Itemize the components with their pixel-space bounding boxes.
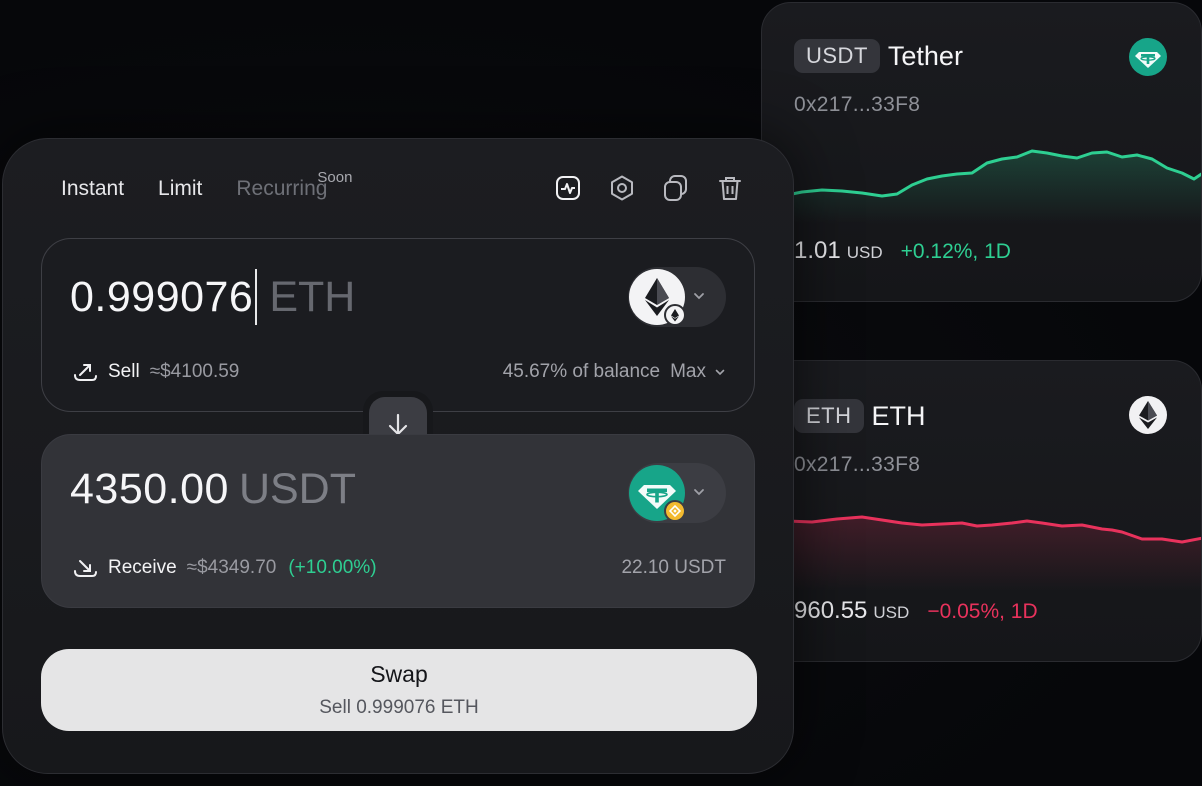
token-card-header: ETH ETH [794,399,926,433]
receive-arrow-icon [74,560,97,577]
sell-amount-value[interactable]: 0.999076 [70,273,253,322]
receive-token-selector[interactable] [628,463,726,523]
swap-panel: Instant Limit Recurring Soon 0.999076 ET… [2,138,794,774]
token-price: 960.55 [794,597,868,624]
sell-usd-value: ≈$4100.59 [149,361,240,382]
token-price: 1.01 [794,237,841,264]
sell-arrow-icon [74,364,97,381]
sell-token-selector[interactable] [628,267,726,327]
token-price-row: 1.01 USD +0.12%, 1D [794,237,1011,265]
sell-balance-info: 45.67% of balance Max [503,361,726,383]
token-address[interactable]: 0x217...33F8 [794,93,920,117]
max-label: Max [670,361,706,382]
trash-icon[interactable] [715,173,745,203]
eth-icon [1129,396,1167,434]
tab-recurring: Recurring Soon [236,169,352,201]
soon-badge: Soon [317,169,353,186]
order-type-tabs: Instant Limit Recurring Soon [61,169,352,201]
settings-icon[interactable] [607,173,637,203]
max-button[interactable]: Max [670,361,726,383]
token-address[interactable]: 0x217...33F8 [794,453,920,477]
chart-icon[interactable] [553,173,583,203]
balance-percentage: 45.67% of balance [502,361,661,382]
receive-usd-value: ≈$4349.70 [186,557,277,578]
token-ticker-badge: USDT [794,39,880,73]
token-name: Tether [887,40,963,71]
receive-meta: Receive ≈$4349.70 (+10.00%) [72,557,377,579]
ethereum-network-icon [664,304,686,326]
token-price-change: +0.12%, 1D [900,240,1011,263]
sell-amount-field[interactable]: 0.999076 ETH [70,269,355,325]
price-sparkline-usdt [762,149,1201,223]
receive-balance: 22.10 USDT [621,557,726,579]
swap-button-label: Swap [370,661,428,687]
receive-amount-symbol: USDT [238,465,356,513]
receive-amount-value: 4350.00 [70,465,229,513]
token-ticker-badge: ETH [794,399,864,433]
token-card-usdt[interactable]: USDT Tether 0x217...33F8 1.01 USD +0.12%… [761,2,1202,302]
sell-label: Sell [108,361,140,382]
receive-change: (+10.00%) [288,557,377,578]
sell-box: 0.999076 ETH Sell ≈$4100.59 45.67% of ba… [41,238,755,412]
tab-recurring-label: Recurring [236,177,328,200]
app-stage: USDT Tether 0x217...33F8 1.01 USD +0.12%… [0,0,1202,786]
tab-instant[interactable]: Instant [61,177,124,201]
receive-amount-field: 4350.00 USDT [70,465,356,514]
tether-icon [1129,38,1167,76]
swap-button[interactable]: Swap Sell 0.999076 ETH [41,649,757,731]
tab-limit[interactable]: Limit [158,177,202,201]
chevron-down-icon [694,293,704,300]
text-caret [255,269,258,325]
swap-button-sublabel: Sell 0.999076 ETH [319,697,479,718]
token-price-change: −0.05%, 1D [927,600,1038,623]
token-name: ETH [871,400,926,431]
swap-toolbar [553,173,745,203]
chevron-down-icon [715,369,725,376]
chevron-down-icon [694,489,704,496]
receive-label: Receive [108,557,177,578]
receive-box: 4350.00 USDT Receive ≈$4349.70 (+10.00%)… [41,434,755,608]
sell-meta: Sell ≈$4100.59 [72,361,239,383]
price-sparkline-eth [762,515,1201,591]
token-card-eth[interactable]: ETH ETH 0x217...33F8 960.55 USD −0.05%, … [761,360,1202,662]
token-price-row: 960.55 USD −0.05%, 1D [794,597,1038,625]
token-card-header: USDT Tether [794,39,963,73]
bnb-chain-icon [664,500,686,522]
receive-balance-value: 22.10 USDT [621,557,726,578]
sell-amount-symbol: ETH [269,272,356,321]
token-price-unit: USD [846,243,883,262]
token-price-unit: USD [873,603,910,622]
copy-icon[interactable] [661,173,691,203]
